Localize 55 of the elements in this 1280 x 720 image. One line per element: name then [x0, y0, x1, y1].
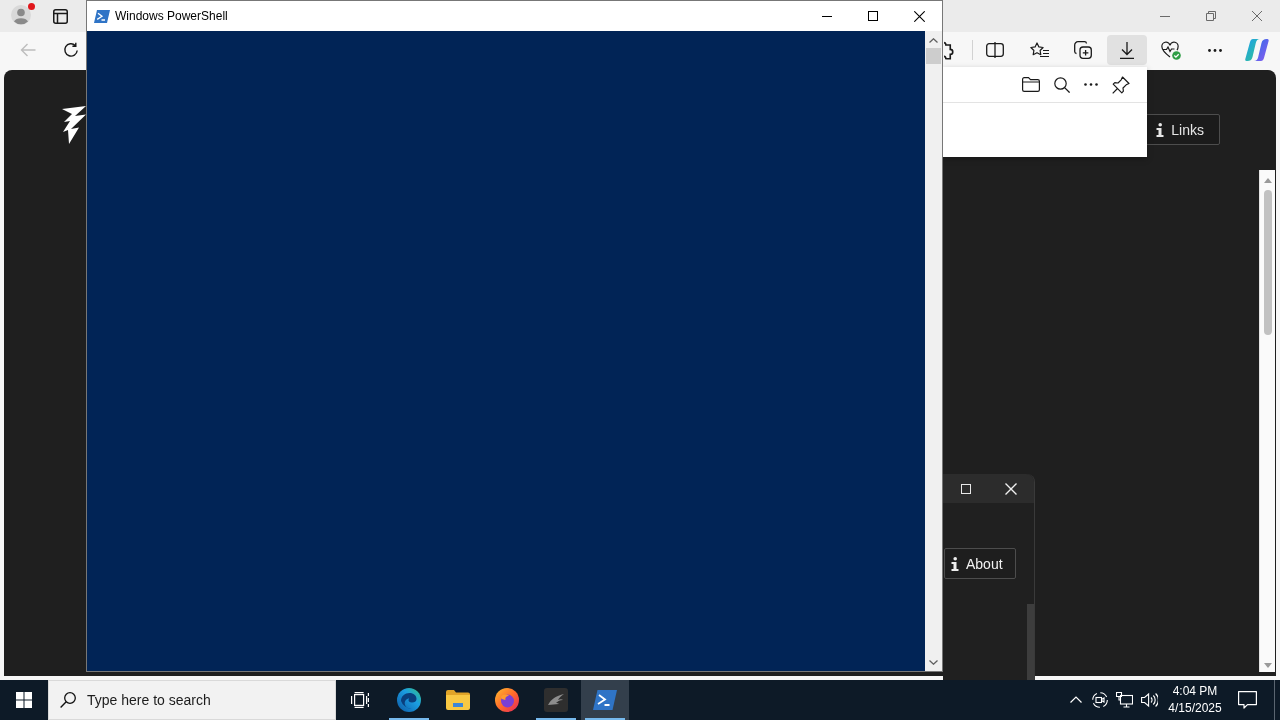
swirl-circle-icon	[397, 688, 421, 712]
terminal-icon	[593, 690, 617, 710]
scrollbar[interactable]	[1259, 170, 1275, 672]
chat-bubble-icon	[1237, 691, 1257, 709]
scroll-up-icon[interactable]	[1263, 178, 1272, 183]
minimize-icon	[1160, 15, 1170, 17]
minimize-icon	[822, 15, 832, 17]
scrollbar-thumb[interactable]	[1027, 604, 1034, 680]
video-camera-icon[interactable]	[1092, 692, 1108, 708]
terminal-icon	[94, 9, 110, 23]
fox-globe-icon	[495, 688, 519, 712]
swirl-icon	[1245, 38, 1269, 62]
folder-icon[interactable]	[1022, 77, 1040, 92]
maximize-icon	[960, 483, 971, 494]
tab-actions-icon[interactable]	[53, 8, 68, 24]
pin-icon[interactable]	[1112, 75, 1130, 94]
search-field[interactable]: Type here to search	[48, 680, 336, 720]
close-icon	[1005, 482, 1018, 495]
scrollbar-thumb[interactable]	[1263, 190, 1272, 335]
scroll-up-icon[interactable]	[929, 38, 938, 43]
search-icon	[60, 692, 76, 708]
maximize-icon	[868, 11, 878, 21]
window-panes-icon	[16, 692, 32, 708]
network-monitor-icon[interactable]	[1116, 692, 1133, 708]
folder-icon	[446, 690, 470, 710]
about-button[interactable]: About	[944, 548, 1016, 579]
chevron-up-icon[interactable]	[1070, 695, 1082, 703]
restore-icon	[1206, 11, 1216, 21]
back-arrow-icon	[20, 43, 36, 57]
heart-pulse-icon	[1161, 40, 1181, 60]
download-icon	[1119, 41, 1135, 59]
puzzle-icon[interactable]	[944, 40, 955, 60]
scrollbar-thumb[interactable]	[926, 48, 941, 64]
taskbar-button[interactable]	[581, 680, 629, 720]
clock-button[interactable]: 4:04 PM 4/15/2025	[1163, 680, 1227, 720]
info-icon	[951, 556, 959, 571]
avatar-icon[interactable]	[11, 5, 31, 25]
info-icon	[1156, 122, 1165, 137]
downloads-button[interactable]	[1107, 35, 1147, 65]
close-icon	[913, 10, 925, 22]
speaker-icon[interactable]	[1141, 692, 1158, 708]
close-icon	[1252, 11, 1262, 21]
more-icon	[1208, 48, 1222, 52]
stacked-squares-plus-icon	[1074, 41, 1092, 59]
scroll-down-icon[interactable]	[929, 660, 938, 665]
wing-icon	[544, 688, 568, 712]
split-screen-icon	[986, 42, 1004, 58]
window-title: Windows PowerShell	[115, 9, 228, 23]
refresh-icon	[63, 42, 79, 58]
search-icon[interactable]	[1054, 76, 1070, 93]
star-list-icon	[1029, 41, 1049, 59]
scroll-down-icon[interactable]	[1263, 663, 1272, 668]
scrollbar[interactable]	[925, 31, 942, 671]
more-icon[interactable]	[1084, 83, 1098, 86]
task-view-icon	[351, 692, 369, 708]
